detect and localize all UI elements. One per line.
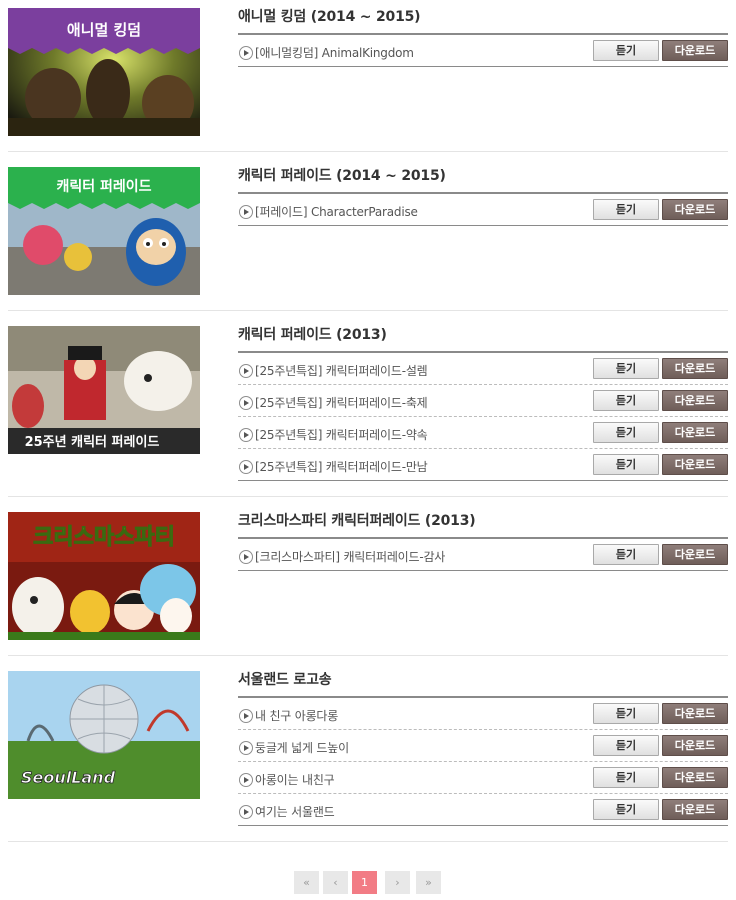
banner-text: 25주년 캐릭터 퍼레이드 [25,434,160,450]
album-title: 크리스마스파티 캐릭터퍼레이드 (2013) [238,513,476,529]
christmas-party-image: 크리스마스파티 [8,512,200,640]
pagination: « ‹ 1 › » [294,871,444,894]
album-title: 캐릭터 퍼레이드 (2014 ~ 2015) [238,168,446,184]
album-thumbnail[interactable]: 크리스마스파티 [8,512,200,640]
animal-kingdom-image: 애니멀 킹덤 [8,8,200,136]
album-thumbnail[interactable]: 애니멀 킹덤 [8,8,200,136]
listen-button[interactable]: 듣기 [593,767,659,788]
play-icon[interactable] [239,460,253,474]
parade-25th-image: 25주년 캐릭터 퍼레이드 [8,326,200,454]
album-info: 애니멀 킹덤 (2014 ~ 2015) [애니멀킹덤] AnimalKingd… [238,8,728,67]
album-thumbnail[interactable]: 캐릭터 퍼레이드 [8,167,200,295]
track-name: [퍼레이드] CharacterParadise [255,205,418,219]
album-info: 서울랜드 로고송 내 친구 아롱다롱 듣기 다운로드 둥글게 넓게 드높이 듣기… [238,671,728,826]
album-info: 크리스마스파티 캐릭터퍼레이드 (2013) [크리스마스파티] 캐릭터퍼레이드… [238,512,728,571]
play-icon[interactable] [239,428,253,442]
next-page-button[interactable]: › [385,871,410,894]
play-icon[interactable] [239,396,253,410]
first-page-button[interactable]: « [294,871,319,894]
download-button[interactable]: 다운로드 [662,544,728,565]
track-row: [애니멀킹덤] AnimalKingdom 듣기 다운로드 [238,35,728,67]
banner-text: 캐릭터 퍼레이드 [56,178,151,195]
track-name: 내 친구 아롱다롱 [255,709,339,723]
album-divider [8,310,728,311]
download-button[interactable]: 다운로드 [662,390,728,411]
album-divider [8,496,728,497]
track-row: 내 친구 아롱다롱 듣기 다운로드 [238,698,728,730]
track-name: [애니멀킹덤] AnimalKingdom [255,46,414,60]
album-divider [8,841,728,842]
album-thumbnail[interactable]: 25주년 캐릭터 퍼레이드 [8,326,200,454]
track-name: [25주년특집] 캐릭터퍼레이드-약속 [255,428,428,442]
track-name: [크리스마스파티] 캐릭터퍼레이드-감사 [255,550,446,564]
download-button[interactable]: 다운로드 [662,422,728,443]
track-row: 여기는 서울랜드 듣기 다운로드 [238,794,728,826]
track-row: [25주년특집] 캐릭터퍼레이드-약속 듣기 다운로드 [238,417,728,449]
play-icon[interactable] [239,805,253,819]
banner-text: SeoulLand [21,768,116,787]
track-row: [25주년특집] 캐릭터퍼레이드-만남 듣기 다운로드 [238,449,728,481]
character-parade-image: 캐릭터 퍼레이드 [8,167,200,295]
listen-button[interactable]: 듣기 [593,390,659,411]
play-icon[interactable] [239,205,253,219]
prev-page-button[interactable]: ‹ [323,871,348,894]
album-title: 서울랜드 로고송 [238,672,332,688]
download-button[interactable]: 다운로드 [662,40,728,61]
download-button[interactable]: 다운로드 [662,199,728,220]
download-button[interactable]: 다운로드 [662,735,728,756]
play-icon[interactable] [239,741,253,755]
banner-text: 애니멀 킹덤 [67,21,141,39]
listen-button[interactable]: 듣기 [593,544,659,565]
download-button[interactable]: 다운로드 [662,703,728,724]
listen-button[interactable]: 듣기 [593,199,659,220]
track-row: [25주년특집] 캐릭터퍼레이드-설렘 듣기 다운로드 [238,353,728,385]
track-name: [25주년특집] 캐릭터퍼레이드-설렘 [255,364,428,378]
album-divider [8,655,728,656]
album-thumbnail[interactable]: SeoulLand [8,671,200,799]
play-icon[interactable] [239,550,253,564]
play-icon[interactable] [239,709,253,723]
listen-button[interactable]: 듣기 [593,40,659,61]
album-info: 캐릭터 퍼레이드 (2013) [25주년특집] 캐릭터퍼레이드-설렘 듣기 다… [238,326,728,481]
track-row: [퍼레이드] CharacterParadise 듣기 다운로드 [238,194,728,226]
track-name: 둥글게 넓게 드높이 [255,741,349,755]
listen-button[interactable]: 듣기 [593,358,659,379]
page-number-current[interactable]: 1 [352,871,377,894]
track-row: 둥글게 넓게 드높이 듣기 다운로드 [238,730,728,762]
track-row: 아롱이는 내친구 듣기 다운로드 [238,762,728,794]
track-row: [25주년특집] 캐릭터퍼레이드-축제 듣기 다운로드 [238,385,728,417]
download-button[interactable]: 다운로드 [662,799,728,820]
track-row: [크리스마스파티] 캐릭터퍼레이드-감사 듣기 다운로드 [238,539,728,571]
album-title: 애니멀 킹덤 (2014 ~ 2015) [238,9,421,25]
download-button[interactable]: 다운로드 [662,767,728,788]
album-divider [8,151,728,152]
play-icon[interactable] [239,46,253,60]
seoulland-image: SeoulLand [8,671,200,799]
play-icon[interactable] [239,364,253,378]
listen-button[interactable]: 듣기 [593,422,659,443]
track-name: 여기는 서울랜드 [255,805,335,819]
album-title: 캐릭터 퍼레이드 (2013) [238,327,387,343]
download-button[interactable]: 다운로드 [662,358,728,379]
play-icon[interactable] [239,773,253,787]
last-page-button[interactable]: » [416,871,441,894]
track-name: [25주년특집] 캐릭터퍼레이드-만남 [255,460,428,474]
listen-button[interactable]: 듣기 [593,799,659,820]
album-info: 캐릭터 퍼레이드 (2014 ~ 2015) [퍼레이드] CharacterP… [238,167,728,226]
listen-button[interactable]: 듣기 [593,703,659,724]
listen-button[interactable]: 듣기 [593,735,659,756]
download-button[interactable]: 다운로드 [662,454,728,475]
listen-button[interactable]: 듣기 [593,454,659,475]
track-name: [25주년특집] 캐릭터퍼레이드-축제 [255,396,428,410]
banner-text: 크리스마스파티 [33,525,175,550]
track-name: 아롱이는 내친구 [255,773,335,787]
